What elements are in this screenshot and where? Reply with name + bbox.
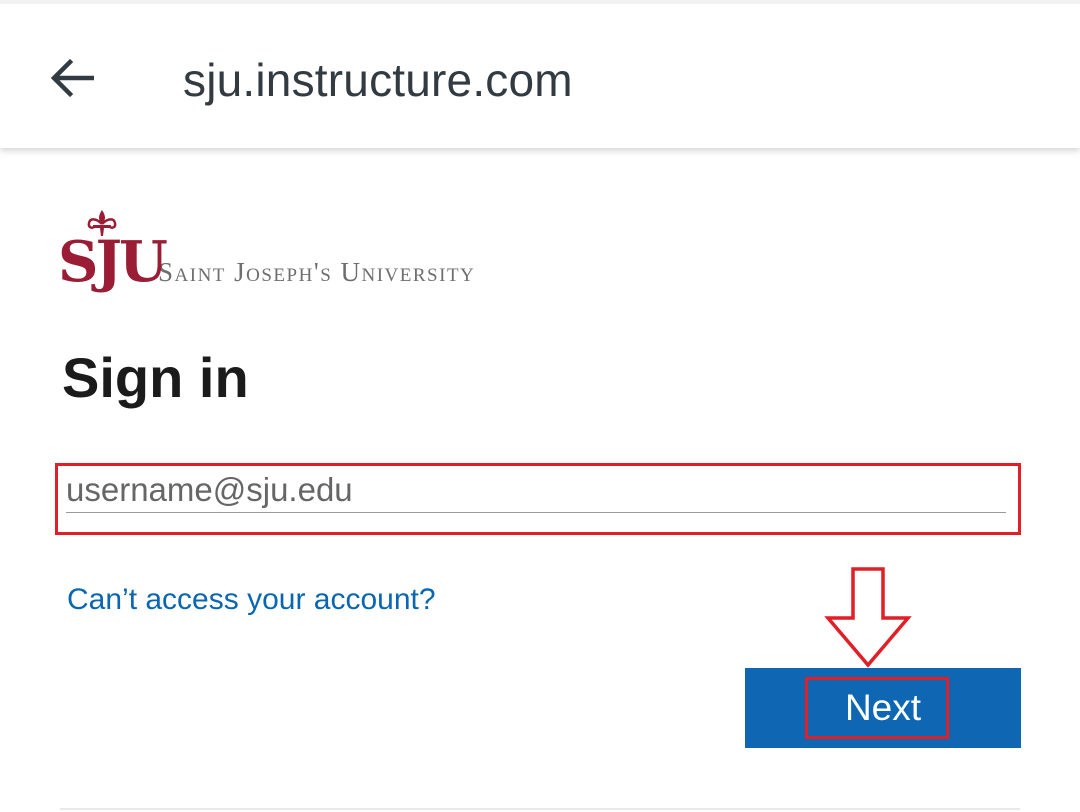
logo-letters: SJU [58, 229, 168, 295]
email-input[interactable] [66, 468, 1006, 513]
sign-in-page: sju.instructure.com SJU Saint Joseph's U… [0, 0, 1080, 812]
arrow-left-icon [50, 58, 94, 98]
down-arrow-callout-icon [824, 567, 912, 668]
university-name: Saint Joseph's University [158, 257, 476, 287]
next-button[interactable] [745, 668, 1021, 748]
sign-in-heading: Sign in [62, 346, 249, 409]
sju-crest: SJU [58, 208, 168, 300]
back-button[interactable] [44, 50, 100, 106]
cant-access-account-link[interactable]: Can’t access your account? [67, 580, 436, 620]
page-url-title: sju.instructure.com [183, 54, 573, 106]
university-logo: SJU Saint Joseph's University [58, 208, 475, 300]
top-app-bar: sju.instructure.com [0, 0, 1080, 148]
divider [60, 808, 1020, 810]
